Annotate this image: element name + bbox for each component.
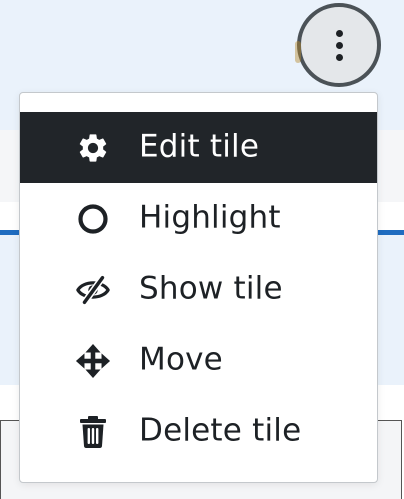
menu-item-edit-tile[interactable]: Edit tile (20, 112, 377, 183)
more-actions-button[interactable] (295, 3, 381, 87)
menu-item-label: Delete tile (139, 412, 302, 449)
menu-item-label: Edit tile (139, 128, 260, 165)
menu-item-delete-tile[interactable]: Delete tile (20, 396, 377, 467)
tile-actions-menu: Edit tile Highlight Show tile Move Delet… (19, 92, 378, 483)
kebab-icon (335, 29, 343, 61)
menu-item-label: Show tile (139, 270, 283, 307)
menu-item-show-tile[interactable]: Show tile (20, 254, 377, 325)
menu-item-move[interactable]: Move (20, 325, 377, 396)
arrows-move-icon (75, 343, 111, 379)
menu-item-label: Move (139, 341, 223, 378)
eye-slash-icon (75, 272, 111, 308)
menu-item-highlight[interactable]: Highlight (20, 183, 377, 254)
trash-icon (75, 414, 111, 450)
menu-item-label: Highlight (139, 199, 281, 236)
gear-icon (75, 130, 111, 166)
circle-outline-icon (75, 201, 111, 237)
